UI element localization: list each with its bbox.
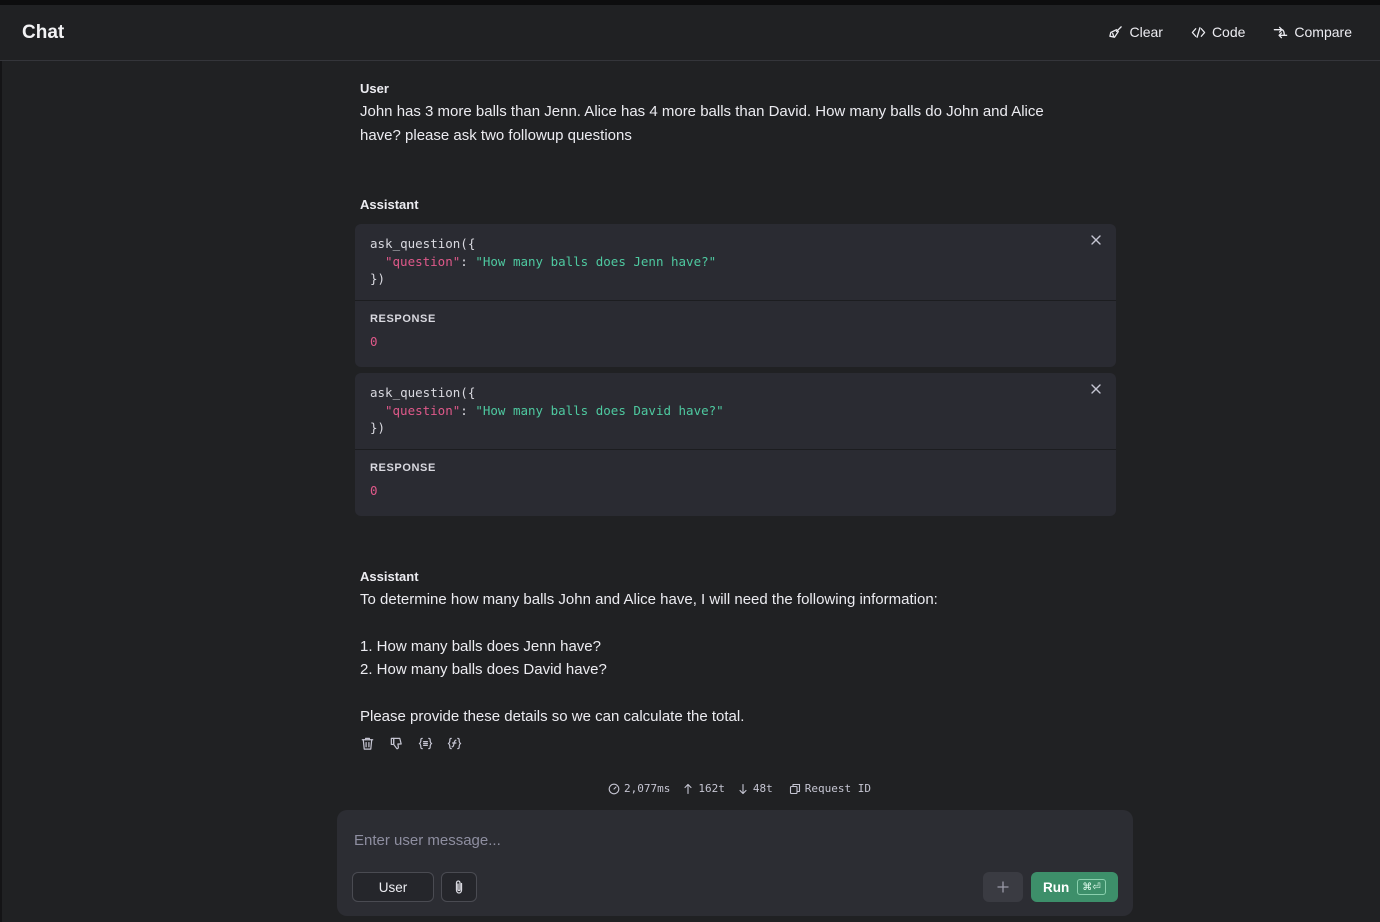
header: Chat Clear Code Compare	[0, 5, 1380, 61]
add-message-button[interactable]	[983, 872, 1023, 902]
tokens-in-value: 162t	[698, 782, 725, 795]
function-icon[interactable]	[447, 736, 462, 751]
gauge-icon	[608, 783, 620, 794]
plus-icon	[997, 881, 1009, 893]
arg-colon: :	[460, 402, 476, 418]
response-value[interactable]: 0	[370, 334, 1101, 349]
latency-value: 2,077ms	[624, 782, 671, 795]
compare-button[interactable]: Compare	[1273, 24, 1352, 40]
message-composer: User Run ⌘⏎	[337, 810, 1133, 916]
page-title: Chat	[22, 22, 65, 43]
clear-button[interactable]: Clear	[1108, 24, 1163, 40]
function-open: ask_question({	[370, 385, 476, 400]
assistant-reply-item2[interactable]: 2. How many balls does David have?	[360, 658, 1080, 682]
attach-button[interactable]	[441, 872, 477, 902]
json-list-icon[interactable]	[418, 736, 433, 751]
assistant-role-label: Assistant	[360, 569, 419, 584]
tool-call-card: ask_question({ "question": "How many bal…	[355, 373, 1116, 516]
code-icon	[1191, 26, 1206, 38]
tool-response: RESPONSE 0	[355, 450, 1116, 516]
close-icon[interactable]	[1090, 383, 1102, 395]
close-icon[interactable]	[1090, 234, 1102, 246]
tool-response: RESPONSE 0	[355, 301, 1116, 367]
arg-key: "question"	[385, 402, 461, 418]
tool-call-code[interactable]: ask_question({ "question": "How many bal…	[355, 224, 1116, 301]
tokens-out-stat: 48t	[737, 782, 773, 795]
compare-icon	[1274, 26, 1288, 38]
user-role-label: User	[360, 81, 389, 96]
assistant-reply-item1[interactable]: 1. How many balls does Jenn have?	[360, 635, 1080, 659]
arg-key: "question"	[385, 253, 461, 269]
run-shortcut-badge: ⌘⏎	[1077, 879, 1106, 895]
compare-label: Compare	[1294, 24, 1352, 40]
tokens-out-value: 48t	[752, 782, 773, 795]
assistant-role-label: Assistant	[360, 197, 419, 212]
arrow-down-icon	[739, 783, 747, 794]
run-button[interactable]: Run ⌘⏎	[1031, 872, 1118, 902]
user-message-input[interactable]	[354, 828, 1114, 852]
assistant-reply-line2[interactable]: Please provide these details so we can c…	[360, 705, 1080, 729]
response-label: RESPONSE	[370, 313, 436, 325]
function-close: })	[370, 420, 386, 435]
broom-icon	[1109, 25, 1123, 38]
arg-value: "How many balls does David have?"	[475, 402, 724, 418]
function-open: ask_question({	[370, 236, 476, 251]
arg-colon: :	[460, 253, 476, 269]
arg-value: "How many balls does Jenn have?"	[475, 253, 717, 269]
response-label: RESPONSE	[370, 462, 436, 474]
latency-stat: 2,077ms	[608, 782, 670, 795]
role-select-button[interactable]: User	[352, 872, 434, 902]
code-button[interactable]: Code	[1191, 24, 1245, 40]
thumbs-down-icon[interactable]	[389, 736, 404, 751]
request-id-label: Request ID	[804, 782, 871, 795]
trash-icon[interactable]	[360, 736, 375, 751]
clear-label: Clear	[1129, 24, 1163, 40]
copy-icon	[789, 783, 800, 794]
tool-call-card: ask_question({ "question": "How many bal…	[355, 224, 1116, 367]
request-id-button[interactable]: Request ID	[789, 782, 871, 795]
message-actions	[360, 736, 462, 751]
response-stats: 2,077ms 162t 48t Request ID	[608, 782, 871, 795]
arrow-up-icon	[684, 783, 692, 794]
code-label: Code	[1211, 24, 1246, 40]
assistant-reply-line1[interactable]: To determine how many balls John and Ali…	[360, 588, 1080, 612]
function-close: })	[370, 271, 386, 286]
tool-call-code[interactable]: ask_question({ "question": "How many bal…	[355, 373, 1116, 450]
left-edge	[0, 61, 2, 922]
run-label: Run	[1043, 879, 1070, 895]
header-actions: Clear Code Compare	[1108, 24, 1352, 40]
user-message-text[interactable]: John has 3 more balls than Jenn. Alice h…	[360, 100, 1080, 147]
paperclip-icon	[455, 880, 463, 894]
tokens-in-stat: 162t	[682, 782, 725, 795]
response-value[interactable]: 0	[370, 483, 1101, 498]
